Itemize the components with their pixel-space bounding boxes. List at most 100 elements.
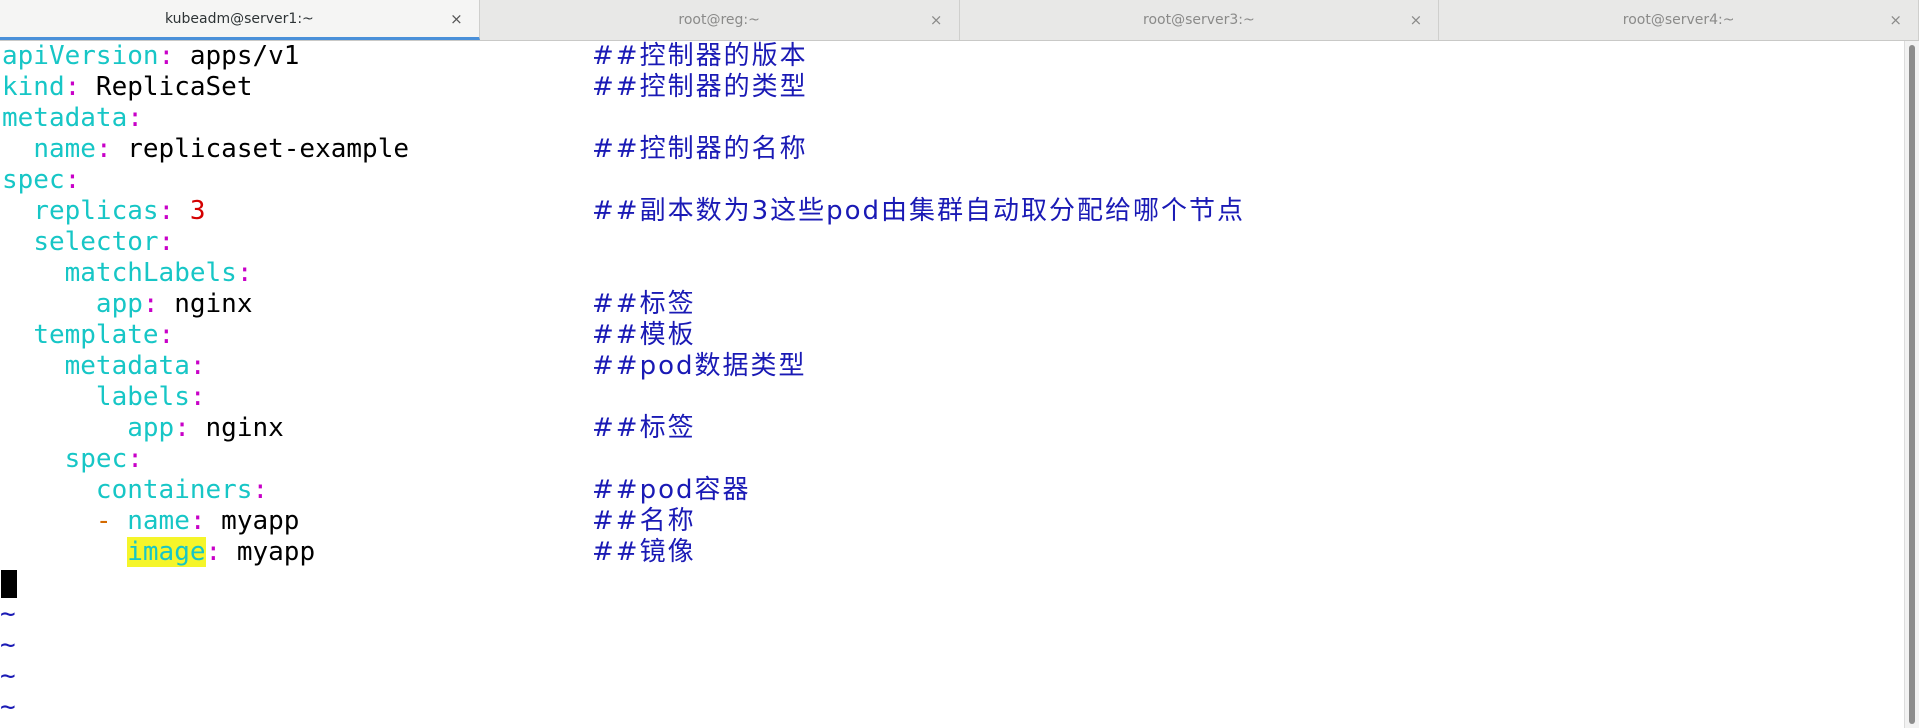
yaml-key: app (95, 289, 143, 319)
yaml-colon: : (127, 103, 143, 133)
yaml-colon: : (158, 41, 175, 71)
yaml-code: kind: ReplicaSet (2, 72, 252, 103)
close-icon[interactable]: × (1889, 11, 1902, 29)
code-line: metadata: (0, 103, 1905, 134)
yaml-comment: ##控制器的版本 (592, 41, 808, 71)
yaml-value: myapp (221, 537, 316, 567)
vim-editor-area[interactable]: apiVersion: apps/v1 ##控制器的版本 kind: Replica… (0, 41, 1905, 728)
yaml-key: app (127, 413, 175, 443)
close-icon[interactable]: × (930, 11, 943, 29)
yaml-key: labels (95, 382, 190, 412)
code-line: kind: ReplicaSet ##控制器的类型 (0, 72, 1905, 103)
code-line: labels: (0, 382, 1905, 413)
yaml-code: metadata: (2, 351, 206, 382)
yaml-key: matchLabels (64, 258, 237, 288)
yaml-value: apps/v1 (174, 41, 300, 71)
scrollbar-thumb[interactable] (1909, 45, 1915, 724)
yaml-comment: ##标签 (592, 289, 696, 319)
tab-kubeadm-server1[interactable]: kubeadm@server1:~ × (0, 0, 480, 40)
yaml-code: matchLabels: (2, 258, 253, 289)
yaml-key: metadata (64, 351, 190, 381)
tab-label: root@server4:~ (1622, 12, 1735, 28)
code-line: app: nginx ##标签 (0, 289, 1905, 320)
yaml-key: containers (95, 475, 253, 505)
tilde-marker: ~ (0, 661, 16, 691)
yaml-code: containers: (2, 475, 268, 506)
yaml-colon: : (189, 382, 206, 412)
yaml-colon: : (189, 351, 206, 381)
terminal-window: kubeadm@server1:~ × root@reg:~ × root@se… (0, 0, 1919, 728)
tilde-marker: ~ (0, 692, 16, 722)
yaml-colon: : (252, 475, 269, 505)
code-line: template: ##模板 (0, 320, 1905, 351)
text-cursor (1, 570, 17, 598)
yaml-colon: : (189, 506, 206, 536)
yaml-colon: : (158, 196, 175, 226)
code-line: selector: (0, 227, 1905, 258)
list-dash: - (95, 506, 128, 536)
yaml-key: name (33, 134, 96, 164)
yaml-key: kind (2, 72, 65, 102)
close-icon[interactable]: × (1410, 11, 1423, 29)
code-line: spec: (0, 444, 1905, 475)
yaml-key: metadata (2, 103, 128, 133)
code-line: image: myapp ##镜像 (0, 537, 1905, 568)
yaml-code: name: replicaset-example (2, 134, 409, 165)
cursor-line (0, 568, 1905, 599)
yaml-colon: : (158, 320, 175, 350)
yaml-comment: ##名称 (592, 506, 696, 536)
tab-root-server4[interactable]: root@server4:~ × (1439, 0, 1919, 40)
empty-line-marker: ~ (0, 661, 1905, 692)
yaml-code: - name: myapp (2, 506, 300, 537)
yaml-colon: : (127, 444, 143, 474)
code-line: apiVersion: apps/v1 ##控制器的版本 (0, 41, 1905, 72)
yaml-colon: : (142, 289, 159, 319)
tilde-marker: ~ (0, 599, 16, 629)
yaml-value: nginx (158, 289, 253, 319)
yaml-key: apiVersion (2, 41, 159, 71)
yaml-code: app: nginx (2, 289, 253, 320)
scrollbar[interactable] (1904, 41, 1919, 728)
code-line: app: nginx ##标签 (0, 413, 1905, 444)
tab-root-server3[interactable]: root@server3:~ × (960, 0, 1440, 40)
yaml-colon: : (64, 72, 81, 102)
yaml-colon: : (174, 413, 190, 443)
tilde-marker: ~ (0, 630, 16, 660)
yaml-comment: ##pod数据类型 (592, 351, 807, 381)
yaml-comment: ##镜像 (592, 537, 696, 567)
yaml-value: replicaset-example (111, 134, 410, 164)
yaml-code: replicas: 3 (2, 196, 205, 227)
tab-bar: kubeadm@server1:~ × root@reg:~ × root@se… (0, 0, 1919, 41)
yaml-comment: ##pod容器 (592, 475, 751, 505)
tab-label: kubeadm@server1:~ (164, 10, 314, 27)
tab-label: root@reg:~ (678, 12, 760, 28)
yaml-key: spec (64, 444, 128, 474)
yaml-colon: : (95, 134, 112, 164)
close-icon[interactable]: × (450, 10, 463, 28)
empty-line-marker: ~ (0, 692, 1905, 723)
yaml-code: app: nginx (2, 413, 284, 444)
code-line: replicas: 3 ##副本数为3这些pod由集群自动取分配给哪个节点 (0, 196, 1905, 227)
code-line: matchLabels: (0, 258, 1905, 289)
yaml-key: spec (2, 165, 65, 195)
yaml-code: selector: (2, 227, 174, 258)
yaml-code: spec: (2, 165, 80, 196)
yaml-key: template (33, 320, 159, 350)
yaml-key: selector (33, 227, 159, 257)
yaml-colon: : (205, 537, 222, 567)
yaml-key: replicas (33, 196, 159, 226)
yaml-value: nginx (189, 413, 284, 443)
code-line: - name: myapp ##名称 (0, 506, 1905, 537)
code-line: metadata: ##pod数据类型 (0, 351, 1905, 382)
yaml-colon: : (158, 227, 175, 257)
tab-root-reg[interactable]: root@reg:~ × (480, 0, 960, 40)
